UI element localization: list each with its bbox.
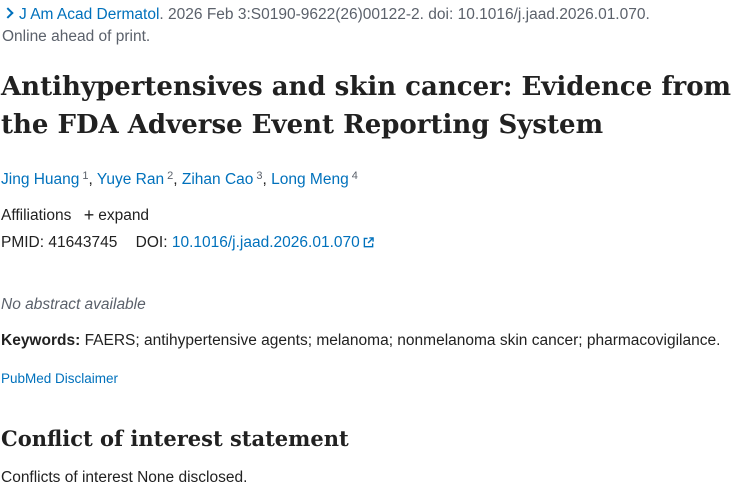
- journal-name[interactable]: J Am Acad Dermatol: [19, 6, 159, 23]
- author-link[interactable]: Jing Huang 1: [1, 170, 89, 188]
- author-name[interactable]: Yuye Ran: [97, 171, 164, 188]
- citation-line: J Am Acad Dermatol. 2026 Feb 3:S0190-962…: [2, 4, 650, 48]
- pmid-label: PMID:: [1, 234, 45, 251]
- affiliations-row: Affiliations + expand: [1, 203, 149, 227]
- doi-link[interactable]: 10.1016/j.jaad.2026.01.070: [172, 234, 374, 251]
- pubmed-disclaimer-link[interactable]: PubMed Disclaimer: [1, 369, 118, 389]
- author-link[interactable]: Long Meng 4: [271, 170, 358, 188]
- expand-label[interactable]: expand: [98, 207, 149, 224]
- affiliation-number[interactable]: 4: [352, 170, 358, 182]
- author-name[interactable]: Zihan Cao: [182, 171, 254, 188]
- author-name[interactable]: Long Meng: [271, 171, 349, 188]
- author-separator: ,: [262, 171, 272, 188]
- journal-link[interactable]: J Am Acad Dermatol: [2, 6, 159, 23]
- citation-details: . 2026 Feb 3:S0190-9622(26)00122-2. doi:…: [159, 6, 650, 23]
- doi-label: DOI:: [135, 234, 168, 251]
- keywords-row: Keywords: FAERS; antihypertensive agents…: [1, 330, 720, 352]
- chevron-right-icon: [2, 7, 14, 19]
- author-link[interactable]: Yuye Ran 2: [97, 170, 173, 188]
- author-list: Jing Huang 1, Yuye Ran 2, Zihan Cao 3, Long…: [1, 165, 358, 191]
- conflict-of-interest-heading: Conflict of interest statement: [1, 426, 349, 451]
- pmid-value: 41643745: [48, 234, 118, 251]
- affiliations-label: Affiliations: [1, 207, 72, 224]
- author-separator: ,: [88, 171, 97, 188]
- keywords-text: FAERS; antihypertensive agents; melanoma…: [84, 332, 721, 349]
- doi-value[interactable]: 10.1016/j.jaad.2026.01.070: [172, 234, 360, 251]
- keywords-label: Keywords:: [1, 332, 81, 349]
- publication-status: Online ahead of print.: [2, 28, 151, 45]
- article-page: J Am Acad Dermatol. 2026 Feb 3:S0190-962…: [0, 0, 750, 500]
- plus-icon[interactable]: +: [84, 204, 95, 226]
- external-link-icon[interactable]: [363, 237, 374, 248]
- author-name[interactable]: Jing Huang: [1, 171, 79, 188]
- conflict-of-interest-text: Conflicts of interest None disclosed.: [1, 469, 248, 486]
- author-separator: ,: [173, 171, 182, 188]
- article-title: Antihypertensives and skin cancer: Evide…: [1, 72, 732, 140]
- no-abstract-notice: No abstract available: [1, 296, 146, 313]
- affiliations-expand-button[interactable]: + expand: [84, 204, 149, 226]
- author-link[interactable]: Zihan Cao 3: [182, 170, 263, 188]
- identifiers-row: PMID: 41643745 DOI: 10.1016/j.jaad.2026.…: [1, 232, 374, 254]
